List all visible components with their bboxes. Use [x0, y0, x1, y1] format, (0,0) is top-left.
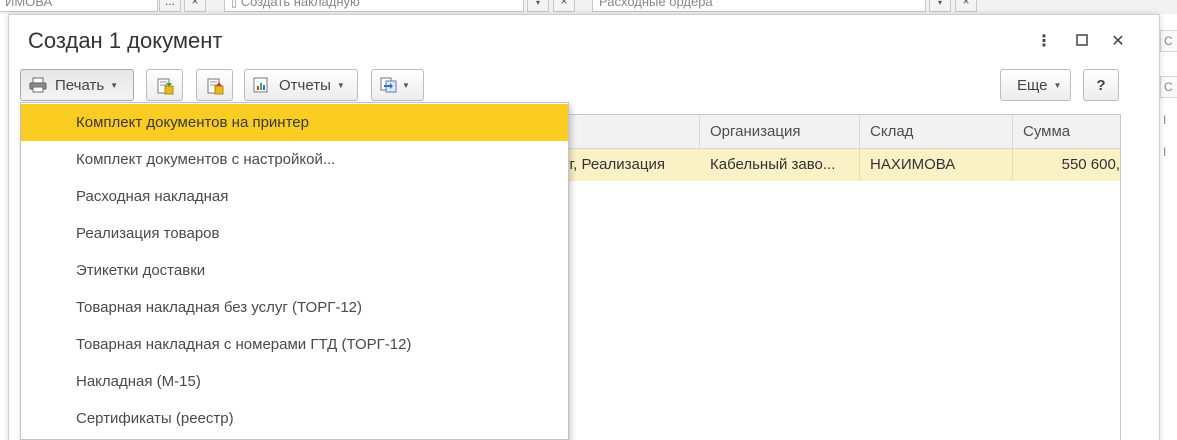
menu-item-document-set-settings[interactable]: Комплект документов с настройкой... [21, 141, 568, 178]
help-button[interactable]: ? [1083, 69, 1119, 101]
menu-item-document-set-printer[interactable]: Комплект документов на принтер [21, 104, 568, 141]
document-icon: ▯ [231, 0, 238, 9]
post-document-icon [156, 77, 174, 95]
create-based-on-button[interactable]: ▼ [371, 69, 424, 101]
chevron-down-icon: ▼ [336, 80, 345, 90]
background-field-create-invoice[interactable]: ▯ Создать накладную [224, 0, 524, 12]
report-icon [253, 77, 269, 93]
background-field-warehouse[interactable]: ИМОВА [0, 0, 158, 12]
menu-item-torg12-gtd[interactable]: Товарная накладная с номерами ГТД (ТОРГ-… [21, 326, 568, 363]
background-dropdown-button-2[interactable]: ▾ [929, 0, 951, 12]
chevron-down-icon: ▼ [402, 80, 410, 90]
menu-item-torg12-no-services[interactable]: Товарная накладная без услуг (ТОРГ-12) [21, 289, 568, 326]
more-button[interactable]: Еще ▼ [1000, 69, 1071, 101]
column-header-organization[interactable]: Организация [700, 115, 860, 149]
print-menu: Комплект документов на принтер Комплект … [20, 102, 569, 440]
post-document-button[interactable] [146, 69, 183, 101]
background-select-button[interactable]: ... [159, 0, 181, 12]
background-field-create-invoice-label: Создать накладную [240, 0, 360, 9]
reports-button[interactable]: Отчеты ▼ [244, 69, 358, 101]
column-header-warehouse[interactable]: Склад [860, 115, 1013, 149]
background-field-expense-orders[interactable]: Расходные ордера [592, 0, 926, 12]
column-header-sum[interactable]: Сумма [1013, 115, 1120, 149]
unpost-document-icon [206, 77, 224, 95]
background-right-field-2: С [1160, 76, 1177, 98]
close-icon[interactable]: ✕ [1109, 33, 1127, 51]
unpost-document-button[interactable] [196, 69, 233, 101]
menu-item-m15-invoice[interactable]: Накладная (М-15) [21, 363, 568, 400]
cell-sum: 550 600, [1061, 156, 1120, 173]
menu-item-certificates-registry[interactable]: Сертификаты (реестр) [21, 400, 568, 437]
background-clear-button[interactable]: × [184, 0, 206, 12]
background-right-field-1: С [1160, 30, 1177, 52]
reports-button-label: Отчеты [279, 76, 331, 94]
more-button-label: Еще [1017, 76, 1048, 94]
menu-item-delivery-labels[interactable]: Этикетки доставки [21, 252, 568, 289]
create-based-on-icon [380, 77, 397, 93]
background-clear-button-2[interactable]: × [553, 0, 575, 12]
background-clear-button-3[interactable]: × [955, 0, 977, 12]
chevron-down-icon: ▼ [110, 80, 119, 90]
cell-warehouse: НАХИМОВА [860, 149, 1013, 181]
background-dropdown-button[interactable]: ▾ [527, 0, 549, 12]
cell-organization: Кабельный заво... [700, 149, 860, 181]
chevron-down-icon: ▾ [937, 0, 942, 7]
print-button-label: Печать [55, 76, 105, 94]
background-right-text-2: I [1163, 145, 1167, 159]
menu-item-goods-sale[interactable]: Реализация товаров [21, 215, 568, 252]
more-actions-icon[interactable]: ⋮ [1035, 33, 1053, 51]
maximize-icon[interactable] [1073, 33, 1091, 51]
printer-icon [29, 77, 47, 93]
chevron-down-icon: ▾ [535, 0, 540, 7]
background-right-text-1: I [1163, 113, 1167, 127]
dialog-title: Создан 1 документ [28, 28, 223, 53]
cell-document: уг, Реализация [562, 156, 665, 173]
chevron-down-icon: ▼ [1053, 80, 1062, 90]
print-button[interactable]: Печать ▼ [20, 69, 134, 101]
menu-item-expense-invoice[interactable]: Расходная накладная [21, 178, 568, 215]
